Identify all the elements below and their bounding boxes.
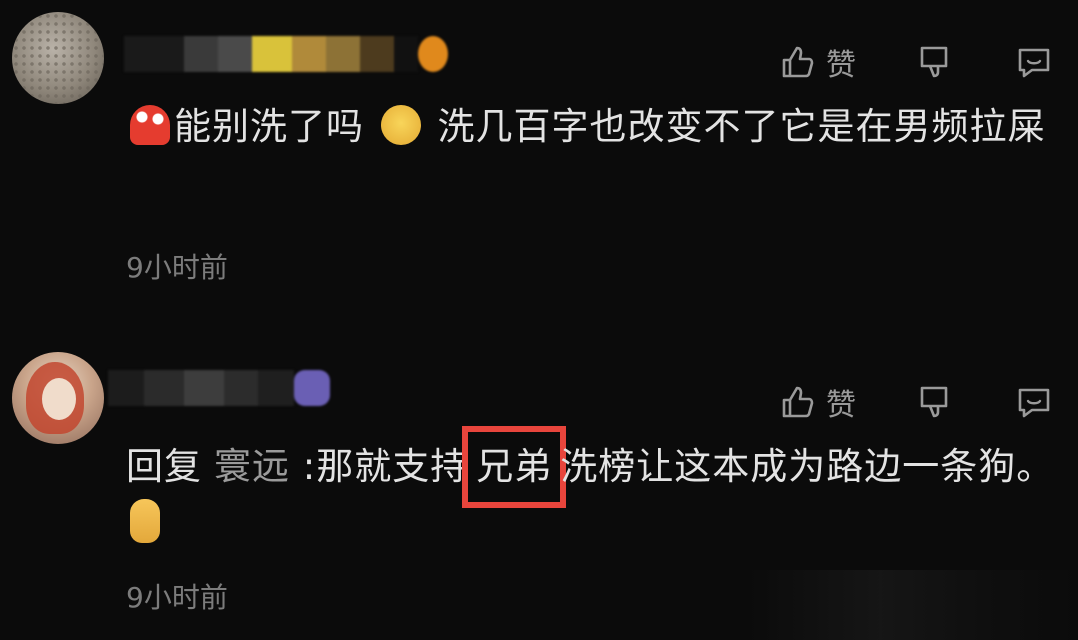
avatar-pattern xyxy=(12,12,104,104)
username-obscured xyxy=(108,370,330,406)
like-label: 赞 xyxy=(826,388,856,423)
comment-icon xyxy=(1018,48,1050,78)
comment-actions: 赞 xyxy=(776,40,1054,84)
sick-face-emoji xyxy=(380,105,421,145)
like-label: 赞 xyxy=(826,48,856,83)
comment-text-part: 洗几百字也改变不了它是在男频拉屎 xyxy=(437,105,1046,148)
highlighted-word: 兄弟 xyxy=(462,426,567,508)
comment-text-part: 洗榜让这本成为路边一条狗。 xyxy=(560,445,1055,488)
mushroom-emoji xyxy=(130,105,170,145)
thumbs-up-icon xyxy=(782,46,814,78)
username-obscured xyxy=(124,36,448,72)
crossed-fingers-emoji xyxy=(130,499,160,543)
reply-label: 回复 xyxy=(126,445,202,488)
dislike-button[interactable] xyxy=(914,382,1014,422)
comment-icon xyxy=(1018,388,1050,418)
thumbs-down-icon xyxy=(920,46,948,78)
avatar[interactable] xyxy=(12,352,104,444)
reply-target-user[interactable]: 寰远 xyxy=(214,445,290,488)
reply-button[interactable] xyxy=(1014,382,1054,422)
comment-text-part: :那就支持 xyxy=(302,445,469,488)
timestamp: 9小时前 xyxy=(126,251,228,284)
avatar-face xyxy=(42,378,76,420)
comment-text-part: 能别洗了吗 xyxy=(174,105,364,148)
comment-text: 能别洗了吗 洗几百字也改变不了它是在男频拉屎 xyxy=(126,98,1056,156)
background-artifact xyxy=(748,570,1078,640)
thumbs-down-icon xyxy=(920,386,948,418)
timestamp: 9小时前 xyxy=(126,581,228,614)
avatar[interactable] xyxy=(12,12,104,104)
comment-actions: 赞 xyxy=(776,380,1054,424)
dislike-button[interactable] xyxy=(914,42,1014,82)
thumbs-up-icon xyxy=(782,386,814,418)
like-button[interactable]: 赞 xyxy=(776,40,914,84)
comment-item: 赞 能别洗了吗 洗几百字也改变不了它是在男频拉屎 9小时前 xyxy=(0,0,1078,320)
like-button[interactable]: 赞 xyxy=(776,380,914,424)
reply-button[interactable] xyxy=(1014,42,1054,82)
comment-text: 回复 寰远 :那就支持 兄弟 洗榜让这本成为路边一条狗。 xyxy=(126,426,1056,554)
